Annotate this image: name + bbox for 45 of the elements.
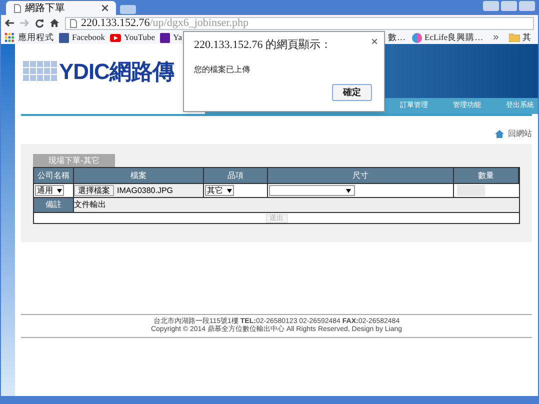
folder-icon: [508, 33, 520, 42]
column-header: 數量: [454, 168, 519, 183]
quantity-field[interactable]: [457, 185, 485, 196]
ok-button[interactable]: 確定: [332, 84, 372, 101]
close-icon[interactable]: [102, 5, 108, 11]
close-icon[interactable]: [372, 39, 377, 44]
reload-icon[interactable]: [35, 18, 44, 28]
logo-grid-icon: [23, 61, 57, 81]
back-icon[interactable]: [5, 19, 14, 27]
note-label: 備註: [34, 198, 74, 212]
item-select[interactable]: 其它: [205, 185, 234, 196]
dialog-title: 220.133.152.76 的網頁顯示：: [194, 38, 332, 53]
more-bookmarks-button[interactable]: »: [489, 30, 503, 45]
size-select[interactable]: [269, 185, 355, 196]
home-icon[interactable]: [50, 19, 59, 27]
column-header: 公司名稱: [34, 168, 74, 183]
site-logo: YDIC網路傳: [59, 58, 174, 86]
bookmark-link[interactable]: EcLife良興購…: [424, 31, 484, 44]
new-tab-button[interactable]: [120, 5, 136, 14]
file-name: IMAG0380.JPG: [117, 184, 174, 196]
caret-icon: [57, 188, 62, 192]
apps-icon: [5, 32, 15, 42]
bookmark-link[interactable]: Facebook: [72, 31, 106, 44]
bookmark-link[interactable]: 數…: [388, 31, 406, 44]
column-header: 檔案: [74, 168, 204, 183]
note-field[interactable]: 文件輸出: [74, 198, 519, 212]
dialog-message: 您的檔案已上傳: [194, 64, 250, 76]
home-icon: [495, 130, 504, 138]
bookmark-link[interactable]: 應用程式: [18, 31, 54, 44]
home-link[interactable]: 回網站: [508, 128, 532, 140]
page-icon: [14, 4, 21, 12]
bookmark-link[interactable]: YouTube: [124, 31, 156, 44]
page-icon: [70, 18, 77, 28]
play-icon: [110, 34, 122, 42]
column-header: 品項: [204, 168, 268, 183]
browser-tab[interactable]: 網路下單: [6, 1, 116, 15]
forward-icon[interactable]: [20, 19, 29, 27]
caret-icon: [346, 188, 351, 192]
caret-icon: [227, 188, 232, 192]
address-field[interactable]: 220.133.152.76/up/dgx6_jobinser.php: [65, 16, 534, 30]
bookmark-link[interactable]: Ya: [173, 31, 182, 44]
bookmark-link[interactable]: 其: [522, 31, 532, 44]
company-select[interactable]: 通用: [35, 185, 64, 196]
column-header: 尺寸: [268, 168, 454, 183]
choose-file-button[interactable]: 選擇檔案: [74, 185, 114, 196]
